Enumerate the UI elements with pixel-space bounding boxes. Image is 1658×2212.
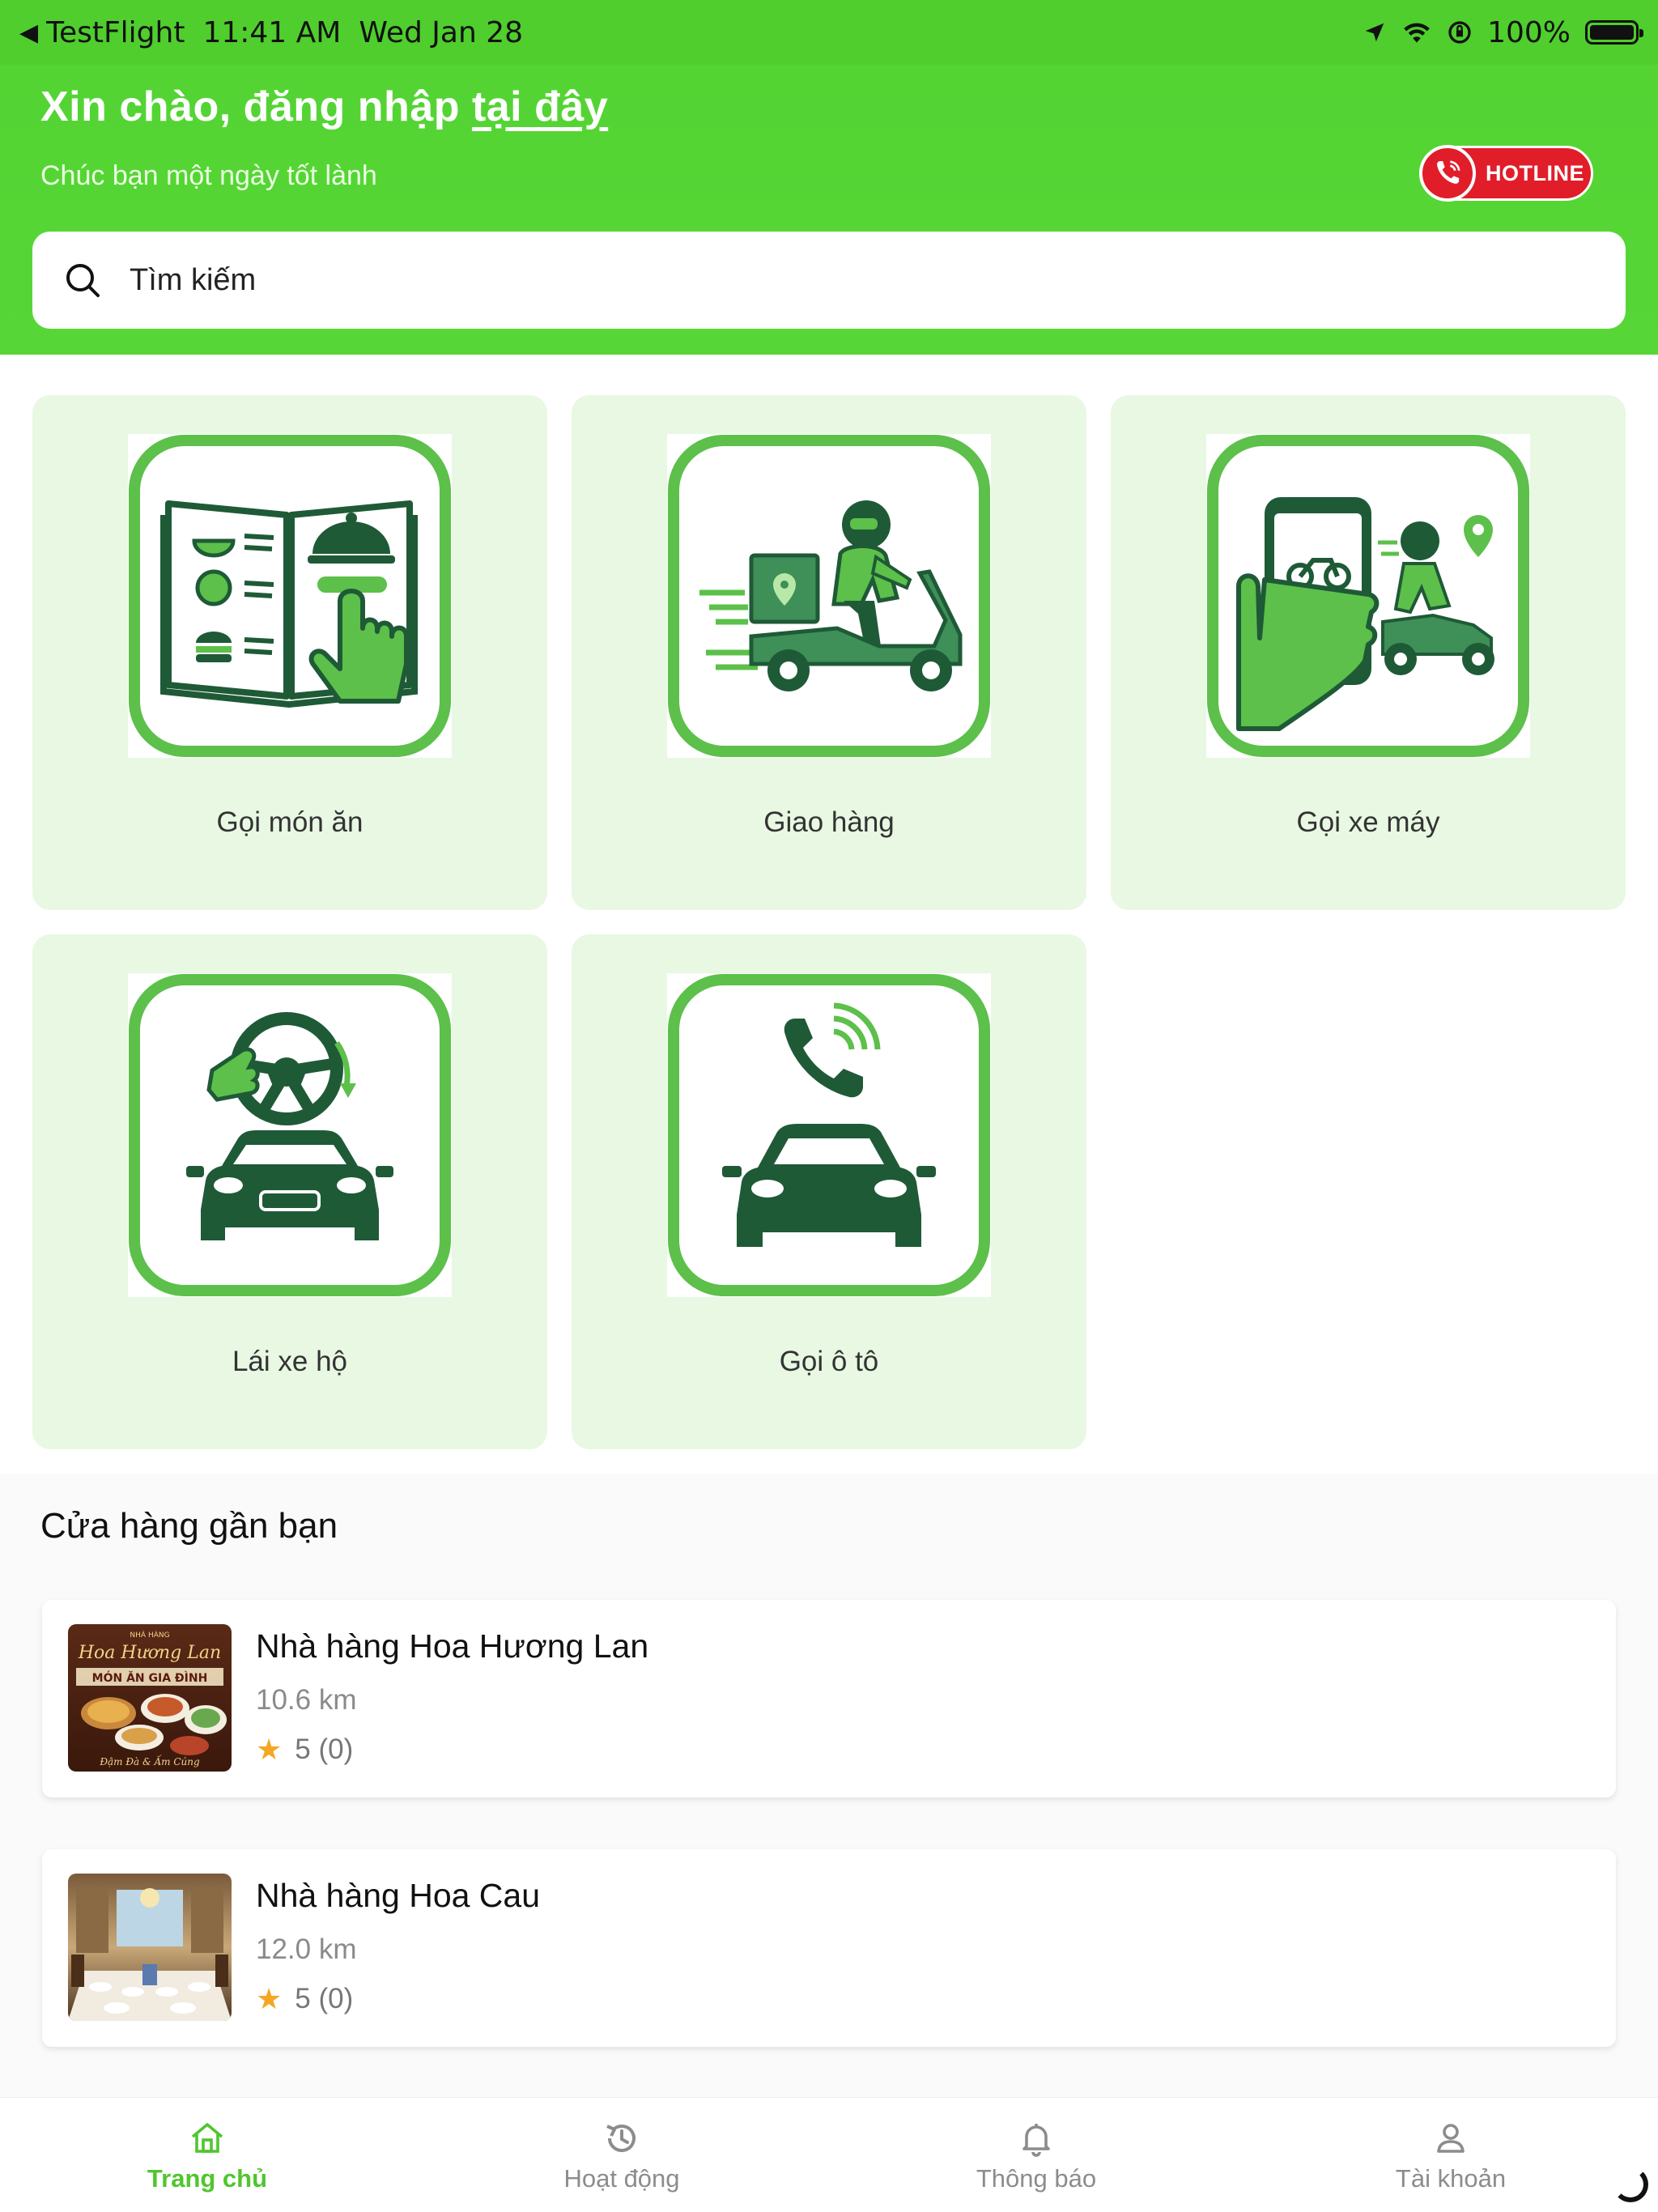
service-label: Lái xe hộ	[232, 1346, 348, 1377]
tab-label: Thông báo	[976, 2164, 1097, 2193]
service-label: Gọi ô tô	[779, 1346, 879, 1377]
status-time: 11:41 AM	[202, 15, 342, 49]
svg-text:Hoa Hương Lan: Hoa Hương Lan	[78, 1643, 221, 1663]
service-call-car[interactable]: Gọi ô tô	[572, 934, 1086, 1449]
location-arrow-icon	[1365, 23, 1384, 42]
store-distance: 12.0 km	[256, 1933, 357, 1965]
call-car-icon	[667, 973, 991, 1297]
search-input[interactable]	[130, 262, 1506, 298]
delivery-scooter-icon	[667, 434, 991, 758]
search-bar[interactable]	[32, 232, 1626, 329]
tab-account[interactable]: Tài khoản	[1244, 2098, 1658, 2212]
service-delivery[interactable]: Giao hàng	[572, 395, 1086, 910]
login-link[interactable]: tại đây	[472, 83, 608, 130]
service-label: Giao hàng	[763, 806, 895, 838]
service-food-order[interactable]: Gọi món ăn	[32, 395, 547, 910]
tab-label: Hoạt động	[563, 2164, 680, 2193]
store-name: Nhà hàng Hoa Hương Lan	[256, 1627, 649, 1665]
svg-text:MÓN ĂN GIA ĐÌNH: MÓN ĂN GIA ĐÌNH	[92, 1670, 208, 1685]
store-thumbnail	[68, 1874, 232, 2021]
svg-text:Đậm Đà & Ấm Cúng: Đậm Đà & Ấm Cúng	[99, 1754, 200, 1767]
orientation-lock-icon	[1448, 21, 1471, 44]
svg-text:NHÀ HÀNG: NHÀ HÀNG	[130, 1630, 169, 1640]
store-name: Nhà hàng Hoa Cau	[256, 1877, 541, 1914]
store-card-hoa-cau[interactable]: Nhà hàng Hoa Cau 12.0 km ★ 5 (0)	[42, 1849, 1616, 2047]
driver-steering-icon	[128, 973, 452, 1297]
battery-percent: 100%	[1487, 15, 1571, 49]
bottom-tab-bar: Trang chủ Hoạt động Thông báo Tài khoản	[0, 2097, 1658, 2212]
history-icon	[606, 2125, 636, 2152]
phone-ringing-icon	[1419, 145, 1476, 202]
star-icon: ★	[256, 1982, 283, 2015]
store-rating: ★ 5 (0)	[256, 1733, 353, 1767]
tab-notifications[interactable]: Thông báo	[829, 2098, 1244, 2212]
hotline-label: HOTLINE	[1486, 160, 1584, 185]
tab-activity[interactable]: Hoạt động	[414, 2098, 829, 2212]
call-bike-icon	[1206, 434, 1530, 758]
store-card-hoa-huong-lan[interactable]: NHÀ HÀNG Hoa Hương Lan MÓN ĂN GIA ĐÌNH Đ…	[42, 1600, 1616, 1797]
store-rating-value: 5 (0)	[295, 1733, 354, 1765]
battery-icon	[1585, 20, 1643, 45]
service-call-bike[interactable]: Gọi xe máy	[1111, 395, 1626, 910]
store-distance: 10.6 km	[256, 1684, 357, 1716]
loading-spinner-icon	[1613, 2167, 1648, 2202]
home-header: Xin chào, đăng nhập tại đây Chúc bạn một…	[0, 65, 1658, 355]
store-rating: ★ 5 (0)	[256, 1982, 353, 2016]
bell-icon	[1022, 2124, 1050, 2157]
store-thumbnail: NHÀ HÀNG Hoa Hương Lan MÓN ĂN GIA ĐÌNH Đ…	[68, 1624, 232, 1772]
tab-label: Tài khoản	[1395, 2164, 1507, 2193]
greeting: Xin chào, đăng nhập tại đây	[40, 83, 608, 131]
tab-label: Trang chủ	[147, 2164, 268, 2193]
back-app-label[interactable]: TestFlight	[46, 16, 185, 49]
wifi-icon	[1404, 23, 1430, 43]
service-label: Gọi xe máy	[1296, 806, 1440, 838]
status-date: Wed Jan 28	[359, 15, 524, 49]
nearby-section-title: Cửa hàng gần bạn	[40, 1506, 338, 1546]
store-rating-value: 5 (0)	[295, 1983, 354, 2014]
user-icon	[1437, 2124, 1465, 2153]
star-icon: ★	[256, 1733, 283, 1766]
greeting-subtitle: Chúc bạn một ngày tốt lành	[40, 160, 377, 191]
back-arrow-icon[interactable]: ◀	[19, 19, 38, 47]
food-menu-icon	[128, 434, 452, 758]
search-icon	[66, 264, 100, 297]
service-label: Gọi món ăn	[216, 806, 363, 838]
home-icon	[191, 2123, 223, 2153]
greeting-text: Xin chào, đăng nhập	[40, 83, 460, 130]
status-bar: ◀ TestFlight 11:41 AM Wed Jan 28 100%	[0, 0, 1658, 65]
tab-home[interactable]: Trang chủ	[0, 2098, 414, 2212]
service-driver[interactable]: Lái xe hộ	[32, 934, 547, 1449]
hotline-button[interactable]: HOTLINE	[1419, 145, 1593, 202]
